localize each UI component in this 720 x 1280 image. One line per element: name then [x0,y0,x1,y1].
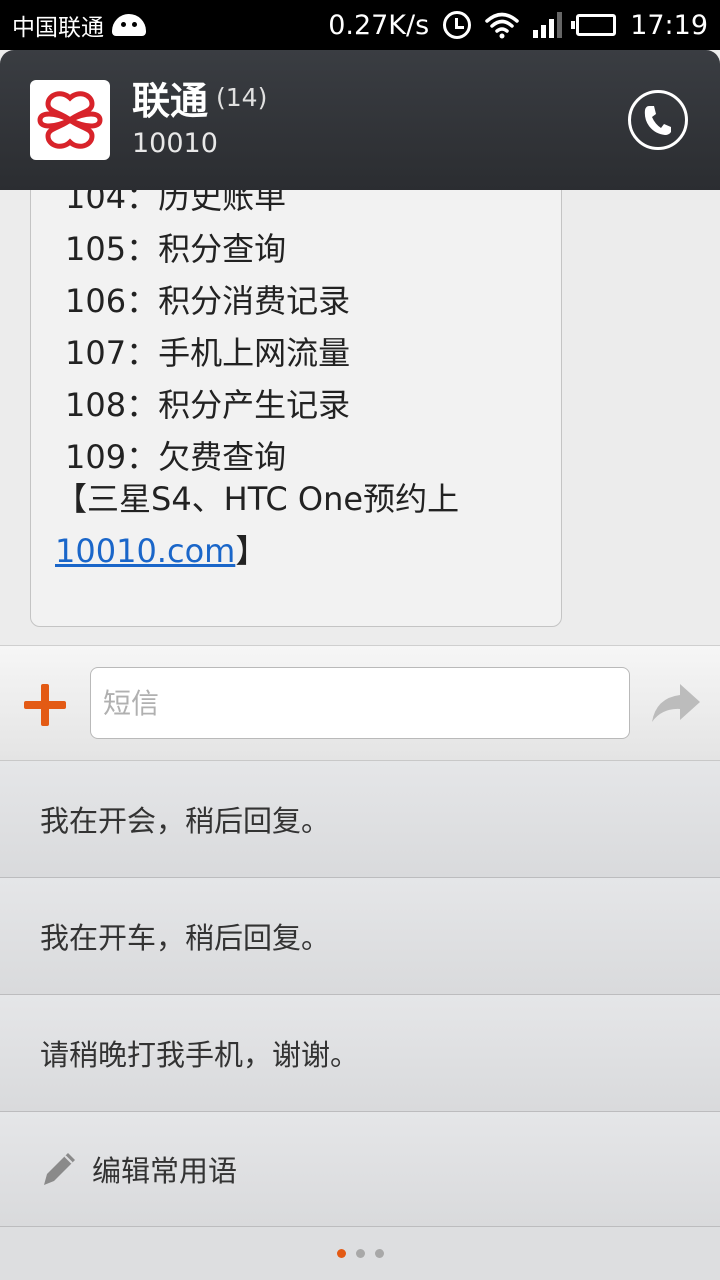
message-promo: 【三星S4、HTC One预约上 10010.com】 [55,473,459,577]
carrier-label: 中国联通 [12,15,104,41]
sms-input[interactable] [90,667,630,739]
message-menu-lines: 104：历史账单 105：积分查询 106：积分消费记录 107：手机上网流量 … [65,190,350,483]
message-count: (14) [216,82,268,112]
status-left: 中国联通 [12,8,146,42]
call-button[interactable] [628,90,688,150]
page-dot [355,1249,365,1258]
message-line: 106：积分消费记录 [65,282,351,320]
quick-reply-item[interactable]: 请稍晚打我手机，谢谢。 [0,995,720,1112]
network-speed: 0.27K/s [328,9,430,41]
contact-avatar[interactable] [30,80,110,160]
quick-reply-list: 我在开会，稍后回复。 我在开车，稍后回复。 请稍晚打我手机，谢谢。 编辑常用语 [0,761,720,1227]
promo-close: 】 [235,532,268,570]
conversation-header: 联通 (14) 10010 [0,50,720,190]
page-dot-active [336,1249,346,1258]
message-bubble[interactable]: 104：历史账单 105：积分查询 106：积分消费记录 107：手机上网流量 … [30,190,562,627]
status-bar: 中国联通 0.27K/s 17:19 [0,0,720,50]
page-dot [374,1249,384,1258]
china-unicom-logo-icon [37,91,103,149]
header-title-row: 联通 (14) [132,78,268,123]
status-right: 0.27K/s 17:19 [328,10,708,41]
alarm-icon [443,11,472,39]
message-list[interactable]: 104：历史账单 105：积分查询 106：积分消费记录 107：手机上网流量 … [0,190,720,645]
message-line: 108：积分产生记录 [65,386,351,424]
contact-number: 10010 [132,128,218,160]
edit-phrases-button[interactable]: 编辑常用语 [0,1112,720,1227]
clock: 17:19 [630,9,708,41]
compose-bar [0,645,720,761]
phone-icon [644,106,671,135]
header-text: 联通 (14) 10010 [132,78,268,160]
message-line: 107：手机上网流量 [65,334,351,372]
wifi-icon [485,12,519,39]
android-notification-icon [112,14,146,36]
quick-reply-item[interactable]: 我在开会，稍后回复。 [0,761,720,878]
message-line: 104：历史账单 [65,190,287,216]
signal-strength-icon [533,12,563,38]
promo-text: 【三星S4、HTC One预约上 [55,480,460,518]
message-line: 105：积分查询 [65,230,287,268]
send-arrow-icon[interactable] [650,682,702,726]
pencil-icon [44,1153,75,1185]
page-indicator [0,1227,720,1280]
edit-phrases-label: 编辑常用语 [92,1154,238,1188]
contact-name: 联通 [132,78,209,123]
promo-link[interactable]: 10010.com [55,532,235,570]
battery-icon [571,14,617,36]
attach-plus-button[interactable] [24,684,66,726]
quick-reply-item[interactable]: 我在开车，稍后回复。 [0,878,720,995]
